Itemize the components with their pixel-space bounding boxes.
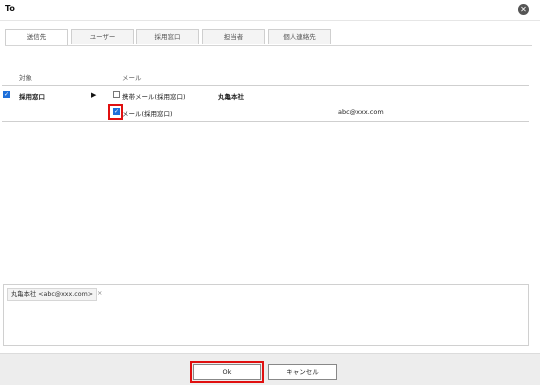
tab-person-in-charge[interactable]: 担当者: [202, 29, 265, 44]
ok-button-highlight: [190, 361, 264, 383]
column-header-target: 対象: [19, 74, 32, 82]
mail-label: メール(採用窓口): [122, 110, 173, 118]
recipients-box[interactable]: 丸亀本社 <abc@xxx.com> ×: [3, 284, 529, 346]
mail-address: abc@xxx.com: [338, 108, 384, 116]
dialog-titlebar: To ✕: [0, 0, 540, 21]
remove-recipient-icon[interactable]: ×: [97, 289, 102, 297]
tab-personal-contacts[interactable]: 個人連絡先: [268, 29, 331, 44]
mobile-mail-label: 携帯メール(採用窓口): [122, 93, 186, 101]
tab-destination[interactable]: 送信先: [5, 29, 68, 45]
group-name: 採用窓口: [19, 93, 45, 101]
dialog-title: To: [5, 4, 15, 13]
organization-name: 丸亀本社: [218, 93, 244, 101]
expand-arrow-icon[interactable]: ▶: [91, 91, 96, 99]
tab-divider: [5, 45, 532, 46]
dialog-footer: Ok キャンセル: [0, 353, 540, 385]
mail-checkbox-highlight: [108, 104, 123, 120]
recipient-chip: 丸亀本社 <abc@xxx.com>: [7, 288, 97, 301]
tab-users[interactable]: ユーザー: [71, 29, 134, 44]
header-divider: [2, 85, 529, 86]
mobile-mail-checkbox[interactable]: [113, 91, 120, 98]
cancel-button[interactable]: キャンセル: [268, 364, 337, 380]
group-checkbox[interactable]: ✓: [3, 91, 10, 98]
column-header-mail: メール: [122, 74, 142, 82]
close-icon[interactable]: ✕: [518, 4, 529, 15]
row-divider: [2, 121, 529, 122]
tab-recruitment-desk[interactable]: 採用窓口: [136, 29, 199, 44]
